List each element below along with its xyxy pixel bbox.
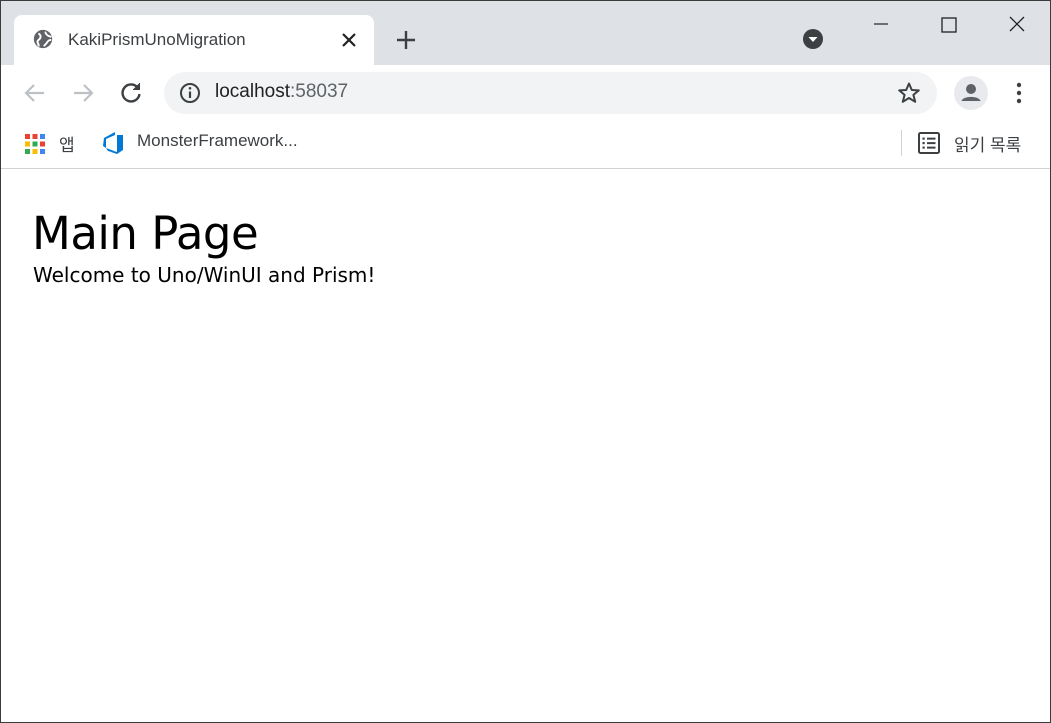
info-icon[interactable]: [179, 82, 201, 104]
reload-icon[interactable]: [117, 79, 145, 107]
profile-avatar-icon[interactable]: [954, 76, 988, 110]
apps-grid-icon: [25, 134, 45, 154]
page-content: Main Page Welcome to Uno/WinUI and Prism…: [1, 169, 1050, 722]
forward-arrow-icon[interactable]: [69, 79, 97, 107]
tab-title: KakiPrismUnoMigration: [68, 30, 246, 49]
welcome-text: Welcome to Uno/WinUI and Prism!: [33, 263, 376, 287]
globe-icon: [33, 29, 53, 49]
bookmark-label: 앱: [59, 136, 75, 155]
tab-search-icon[interactable]: [802, 28, 824, 50]
tab-active[interactable]: KakiPrismUnoMigration: [14, 15, 374, 65]
tab-strip: KakiPrismUnoMigration: [1, 1, 1050, 65]
address-bar[interactable]: localhost:58037: [164, 72, 937, 114]
url-text[interactable]: localhost:58037: [215, 81, 348, 103]
bookmark-monsterframework[interactable]: MonsterFramework...: [101, 129, 311, 155]
close-window-icon[interactable]: [1003, 11, 1031, 39]
back-arrow-icon[interactable]: [21, 79, 49, 107]
url-port: :58037: [290, 81, 349, 102]
reading-list-icon: [918, 132, 940, 154]
url-host: localhost: [215, 81, 290, 102]
bookmarks-divider: [901, 130, 902, 156]
reading-list-button[interactable]: 읽기 목록: [917, 129, 1037, 155]
azure-devops-icon: [103, 132, 123, 154]
menu-kebab-icon[interactable]: [1007, 79, 1031, 107]
bookmark-star-icon[interactable]: [897, 81, 921, 105]
bookmarks-bar: 앱 MonsterFramework... 읽기 목록: [1, 121, 1050, 169]
page-title: Main Page: [32, 207, 259, 260]
close-tab-icon[interactable]: [340, 31, 358, 49]
browser-window: KakiPrismUnoMigration localhost:58037 앱 …: [0, 0, 1051, 723]
bookmark-label: MonsterFramework...: [137, 131, 298, 150]
minimize-icon[interactable]: [867, 11, 895, 39]
reading-list-label: 읽기 목록: [954, 136, 1022, 155]
bookmark-apps[interactable]: 앱: [24, 129, 84, 155]
new-tab-icon[interactable]: [394, 28, 418, 52]
browser-toolbar: localhost:58037: [1, 65, 1050, 121]
maximize-icon[interactable]: [935, 11, 963, 39]
